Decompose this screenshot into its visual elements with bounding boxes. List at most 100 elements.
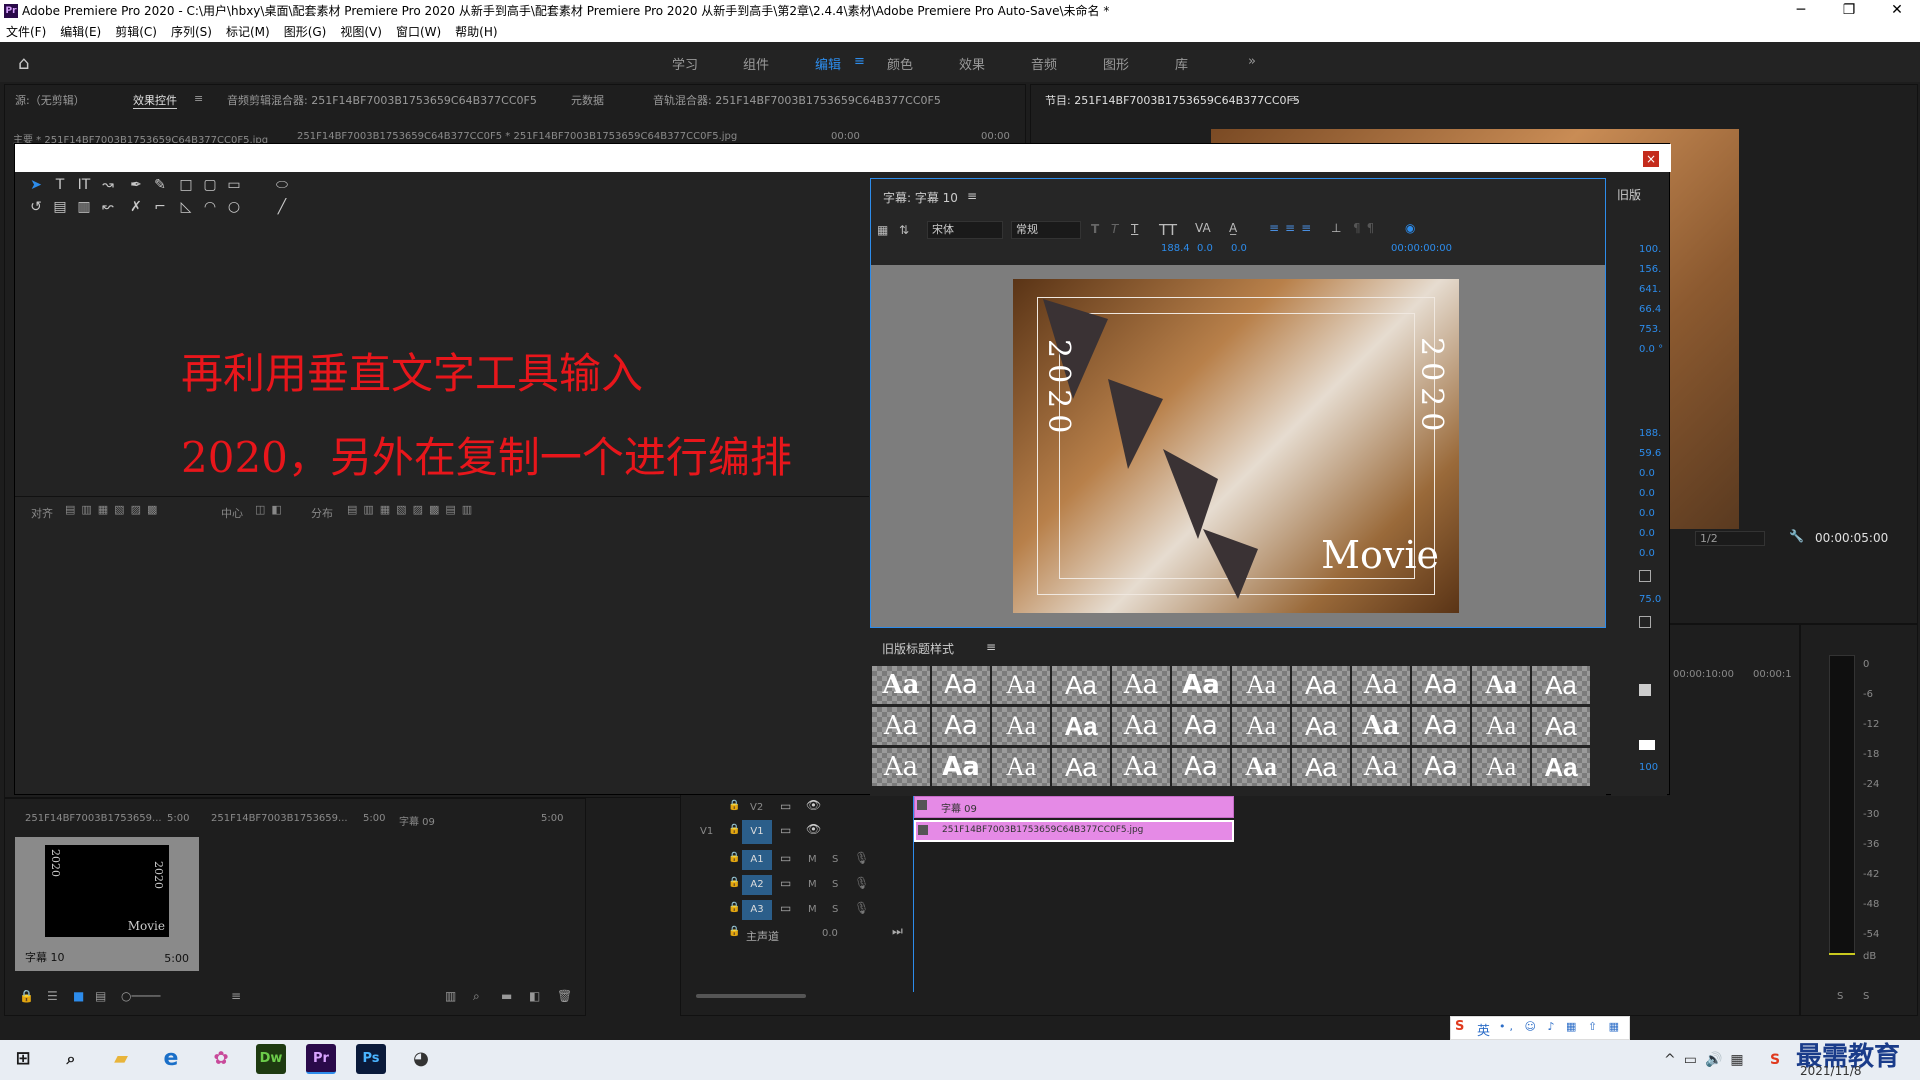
- list-view-icon[interactable]: ☰: [47, 989, 58, 1003]
- edge-browser-icon[interactable]: e: [156, 1044, 186, 1074]
- tray-sogou-icon[interactable]: S: [1770, 1052, 1780, 1068]
- prop-value[interactable]: 0.0: [1639, 468, 1655, 479]
- title-style-swatch[interactable]: Aa: [932, 707, 990, 745]
- workspace-more-icon[interactable]: »: [1248, 54, 1256, 69]
- find-icon[interactable]: ⌕: [473, 989, 480, 1004]
- align-buttons[interactable]: ▤▥▦▧▨▩: [65, 503, 163, 516]
- titler-timecode[interactable]: 00:00:00:00: [1391, 243, 1452, 254]
- prop-checkbox[interactable]: [1639, 616, 1651, 628]
- timeline-scrollbar[interactable]: [696, 994, 806, 998]
- lock-icon[interactable]: 🔒: [728, 852, 740, 863]
- search-icon[interactable]: ⌕: [56, 1044, 86, 1074]
- track-name[interactable]: V1: [742, 820, 772, 844]
- title-style-swatch[interactable]: Aa: [872, 666, 930, 704]
- restore-button[interactable]: ❐: [1826, 0, 1872, 22]
- workspace-effects[interactable]: 效果: [959, 54, 985, 73]
- wedge-tool-icon[interactable]: ◺: [177, 198, 195, 216]
- workspace-color[interactable]: 颜色: [887, 54, 913, 73]
- solo-left-button[interactable]: S: [1837, 991, 1843, 1002]
- title-style-swatch[interactable]: Aa: [992, 707, 1050, 745]
- track-name[interactable]: A1: [742, 850, 772, 870]
- tab-effect-controls[interactable]: 效果控件: [133, 92, 177, 109]
- sogou-icon[interactable]: S: [1455, 1019, 1464, 1034]
- prop-value[interactable]: 753.: [1639, 324, 1661, 335]
- title-style-swatch[interactable]: Aa: [1292, 748, 1350, 786]
- eye-icon[interactable]: 👁: [806, 798, 821, 812]
- mute-button[interactable]: M: [808, 879, 817, 890]
- title-style-swatch[interactable]: Aa: [1112, 666, 1170, 704]
- bin-item-name[interactable]: 251F14BF7003B1753659...: [211, 813, 348, 824]
- prop-value[interactable]: 100: [1639, 762, 1658, 773]
- vertical-type-tool-icon[interactable]: IT: [75, 176, 93, 194]
- clipped-rect-tool-icon[interactable]: ▭: [225, 176, 243, 194]
- menu-markers[interactable]: 标记(M): [219, 22, 277, 42]
- mic-icon[interactable]: 🎙: [854, 876, 869, 890]
- bin-item-name[interactable]: 251F14BF7003B1753659...: [25, 813, 162, 824]
- new-title-icon[interactable]: ▦: [877, 223, 888, 237]
- clip-v1[interactable]: 251F14BF7003B1753659C64B377CC0F5.jpg: [914, 820, 1234, 842]
- title-style-swatch[interactable]: Aa: [1532, 666, 1590, 704]
- track-name[interactable]: A3: [742, 900, 772, 920]
- workspace-learn[interactable]: 学习: [672, 54, 698, 73]
- prop-checkbox-checked[interactable]: [1639, 684, 1651, 696]
- lock-icon[interactable]: 🔒: [728, 902, 740, 913]
- area-type-tool-icon[interactable]: ▤: [51, 198, 69, 216]
- title-style-swatch[interactable]: Aa: [1052, 666, 1110, 704]
- prop-value[interactable]: 100.: [1639, 244, 1661, 255]
- title-style-swatch[interactable]: Aa: [1112, 748, 1170, 786]
- title-style-swatch[interactable]: Aa: [1352, 748, 1410, 786]
- track-name[interactable]: V2: [750, 802, 763, 813]
- title-style-swatch[interactable]: Aa: [872, 748, 930, 786]
- menu-edit[interactable]: 编辑(E): [53, 22, 108, 42]
- pen-tool-icon[interactable]: ✒: [127, 176, 145, 194]
- title-style-swatch[interactable]: Aa: [1472, 707, 1530, 745]
- lock-icon[interactable]: 🔒: [19, 989, 34, 1003]
- prop-value[interactable]: 188.: [1639, 428, 1661, 439]
- title-style-swatch[interactable]: Aa: [1472, 748, 1530, 786]
- source-patch[interactable]: V1: [700, 826, 713, 837]
- selection-tool-icon[interactable]: ➤: [27, 176, 45, 194]
- home-icon[interactable]: ⌂: [18, 53, 29, 74]
- path-type-tool-icon[interactable]: ↝: [99, 176, 117, 194]
- mute-button[interactable]: M: [808, 854, 817, 865]
- workspace-libraries[interactable]: 库: [1175, 54, 1188, 73]
- zoom-select[interactable]: 1/2: [1695, 531, 1765, 546]
- zoom-slider[interactable]: ○────: [121, 989, 160, 1003]
- toggle-sync-icon[interactable]: ▭: [780, 799, 791, 813]
- tab-metadata[interactable]: 元数据: [571, 92, 604, 108]
- title-panel-menu-icon[interactable]: ≡: [967, 189, 977, 203]
- canvas-text-2020-right[interactable]: 2020: [1414, 337, 1449, 437]
- roll-crawl-icon[interactable]: ⇅: [899, 223, 909, 237]
- rectangle-tool-icon[interactable]: □: [177, 176, 195, 194]
- workspace-audio[interactable]: 音频: [1031, 54, 1057, 73]
- solo-button[interactable]: S: [832, 879, 838, 890]
- paragraph-direction-icons[interactable]: ¶¶: [1353, 221, 1380, 235]
- add-anchor-tool-icon[interactable]: ✎: [151, 176, 169, 194]
- title-style-swatch[interactable]: Aa: [1052, 748, 1110, 786]
- menu-clip[interactable]: 剪辑(C): [108, 22, 164, 42]
- icon-view-icon[interactable]: ■: [73, 989, 84, 1003]
- title-style-swatch[interactable]: Aa: [992, 666, 1050, 704]
- kerning-value[interactable]: 0.0: [1197, 243, 1213, 254]
- close-window-button[interactable]: ✕: [1874, 0, 1920, 22]
- lock-icon[interactable]: 🔒: [728, 800, 740, 811]
- title-style-swatch[interactable]: Aa: [1232, 666, 1290, 704]
- title-style-swatch[interactable]: Aa: [1412, 748, 1470, 786]
- title-style-swatch[interactable]: Aa: [1412, 666, 1470, 704]
- sequence-clip-link[interactable]: 251F14BF7003B1753659C64B377CC0F5 * 251F1…: [297, 131, 737, 142]
- convert-anchor-tool-icon[interactable]: ⌐: [151, 198, 169, 216]
- solo-button[interactable]: S: [832, 854, 838, 865]
- canvas-text-2020-left[interactable]: 2020: [1041, 339, 1076, 439]
- premiere-icon[interactable]: Pr: [306, 1044, 336, 1074]
- title-style-swatch[interactable]: Aa: [992, 748, 1050, 786]
- bin-item-name[interactable]: 字幕 09: [399, 813, 435, 828]
- program-title[interactable]: 节目: 251F14BF7003B1753659C64B377CC0F5: [1045, 92, 1300, 108]
- underline-icon[interactable]: T: [1131, 222, 1138, 236]
- color-swatch[interactable]: [1639, 740, 1655, 750]
- toggle-sync-icon[interactable]: ▭: [780, 851, 791, 865]
- solo-button[interactable]: S: [832, 904, 838, 915]
- prop-value[interactable]: 59.6: [1639, 448, 1661, 459]
- mute-button[interactable]: M: [808, 904, 817, 915]
- menu-graphics[interactable]: 图形(G): [277, 22, 334, 42]
- font-style-select[interactable]: 常规: [1011, 221, 1081, 239]
